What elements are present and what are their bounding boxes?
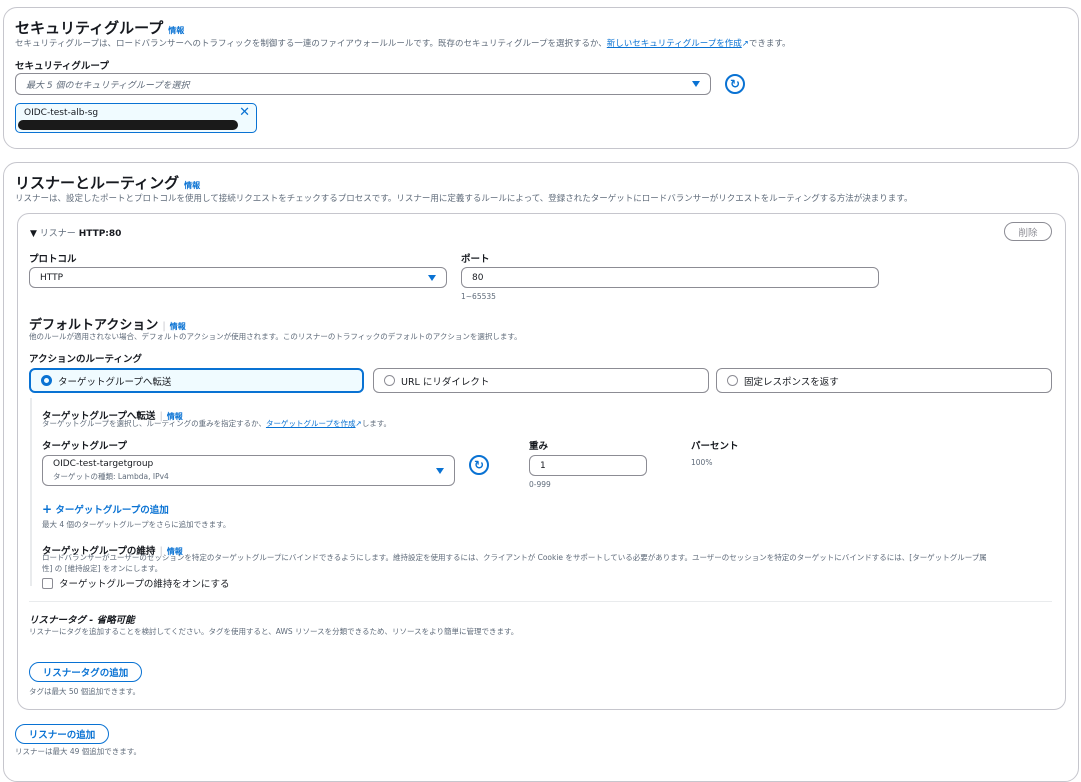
checkbox-icon[interactable] xyxy=(42,577,53,589)
security-group-title: セキュリティグループ xyxy=(15,19,164,37)
weight-hint: 0-999 xyxy=(529,480,551,489)
option-label: 固定レスポンスを返す xyxy=(744,376,839,388)
close-icon[interactable]: ✕ xyxy=(239,105,250,120)
protocol-label: プロトコル xyxy=(29,254,77,265)
target-group-value: OIDC-test-targetgroup xyxy=(53,459,154,469)
target-group-type: ターゲットの種類: Lambda, IPv4 xyxy=(53,472,169,481)
select-placeholder: 最大 5 個のセキュリティグループを選択 xyxy=(26,80,190,91)
caret-down-icon xyxy=(436,467,444,474)
weight-label: 重み xyxy=(529,441,549,452)
option-label: ターゲットグループへ転送 xyxy=(58,376,172,388)
target-group-select[interactable]: OIDC-test-targetgroup ターゲットの種類: Lambda, I… xyxy=(42,455,455,486)
port-input[interactable]: 80 xyxy=(461,267,879,288)
port-hint: 1~65535 xyxy=(461,292,496,301)
checkbox-label: ターゲットグループの維持をオンにする xyxy=(59,579,230,590)
refresh-icon[interactable]: ↻ xyxy=(725,74,745,94)
option-label: URL にリダイレクト xyxy=(401,376,490,388)
divider xyxy=(29,601,1052,602)
external-link-icon: ↗ xyxy=(741,39,749,49)
create-security-group-link[interactable]: 新しいセキュリティグループを作成 xyxy=(607,39,742,49)
info-link[interactable]: 情報 xyxy=(184,181,200,190)
stickiness-checkbox[interactable]: ターゲットグループの維持をオンにする xyxy=(42,576,230,590)
info-link[interactable]: 情報 xyxy=(170,322,186,331)
caret-down-icon xyxy=(428,274,436,281)
radio-icon xyxy=(727,375,738,386)
description-text: できます。 xyxy=(748,39,791,49)
security-group-token: OIDC-test-alb-sg ✕ xyxy=(15,103,257,133)
add-target-group-button[interactable]: + ターゲットグループの追加 xyxy=(42,502,169,516)
routing-option-fixed-response[interactable]: 固定レスポンスを返す xyxy=(716,368,1052,393)
create-target-group-link[interactable]: ターゲットグループを作成 xyxy=(266,419,356,428)
listener-prefix: リスナー xyxy=(39,229,76,239)
listener-name: HTTP:80 xyxy=(78,229,122,239)
percent-value: 100% xyxy=(691,458,713,467)
tags-title: リスナータグ - xyxy=(29,615,97,626)
security-group-description: セキュリティグループは、ロードバランサーへのトラフィックを制御する一連のファイア… xyxy=(15,37,791,49)
add-listener-button[interactable]: リスナーの追加 xyxy=(15,724,109,744)
add-listener-hint: リスナーは最大 49 個追加できます。 xyxy=(15,747,142,756)
info-link[interactable]: 情報 xyxy=(168,26,184,35)
forward-description: ターゲットグループを選択し、ルーティングの重みを指定するか、ターゲットグループを… xyxy=(42,418,391,429)
forward-section-divider xyxy=(30,398,32,586)
listeners-heading: リスナーとルーティング 情報 xyxy=(15,172,200,193)
security-group-label: セキュリティグループ xyxy=(15,61,109,72)
token-name: OIDC-test-alb-sg xyxy=(24,108,99,118)
radio-selected-icon xyxy=(41,375,52,386)
stickiness-description-2: 性] の [維持設定] をオンにします。 xyxy=(42,564,163,573)
listener-tags-description: リスナーにタグを追加することを検討してください。タグを使用すると、AWS リソー… xyxy=(29,627,519,636)
listener-tags-title: リスナータグ - 省略可能 xyxy=(29,612,135,626)
redacted-id xyxy=(18,120,238,130)
routing-option-redirect[interactable]: URL にリダイレクト xyxy=(373,368,709,393)
target-group-label: ターゲットグループ xyxy=(42,441,127,452)
routing-label: アクションのルーティング xyxy=(29,354,142,365)
security-group-select[interactable]: 最大 5 個のセキュリティグループを選択 xyxy=(15,73,711,95)
tags-optional: 省略可能 xyxy=(96,615,135,626)
weight-input[interactable]: 1 xyxy=(529,455,647,476)
listeners-description: リスナーは、設定したポートとプロトコルを使用して接続リクエストをチェックするプロ… xyxy=(15,194,913,204)
caret-down-icon xyxy=(692,81,700,87)
radio-icon xyxy=(384,375,395,386)
percent-label: パーセント xyxy=(691,441,739,452)
listener-tags-hint: タグは最大 50 個追加できます。 xyxy=(29,687,141,696)
plus-icon: + xyxy=(42,502,53,516)
description-text: します。 xyxy=(361,419,392,428)
stickiness-description: ロードバランサーがユーザーのセッションを特定のターゲットグループにバインドできる… xyxy=(42,553,987,562)
remove-listener-button[interactable]: 削除 xyxy=(1004,222,1052,241)
add-target-group-hint: 最大 4 個のターゲットグループをさらに追加できます。 xyxy=(42,520,231,529)
protocol-value: HTTP xyxy=(40,272,64,283)
add-listener-tag-button[interactable]: リスナータグの追加 xyxy=(29,662,142,682)
port-label: ポート xyxy=(461,254,490,265)
refresh-icon[interactable]: ↻ xyxy=(469,455,489,475)
caret-down-icon: ▼ xyxy=(30,229,37,239)
add-target-group-label: ターゲットグループの追加 xyxy=(55,505,169,516)
protocol-select[interactable]: HTTP xyxy=(29,267,447,288)
routing-option-forward[interactable]: ターゲットグループへ転送 xyxy=(29,368,364,393)
listener-header[interactable]: ▼ リスナー HTTP:80 xyxy=(30,226,121,239)
default-action-description: 他のルールが適用されない場合、デフォルトのアクションが使用されます。このリスナー… xyxy=(29,332,522,341)
security-group-heading: セキュリティグループ 情報 xyxy=(15,17,184,38)
description-text: ターゲットグループを選択し、ルーティングの重みを指定するか、 xyxy=(42,419,266,428)
description-text: セキュリティグループは、ロードバランサーへのトラフィックを制御する一連のファイア… xyxy=(15,39,607,49)
listeners-title: リスナーとルーティング xyxy=(15,174,180,192)
